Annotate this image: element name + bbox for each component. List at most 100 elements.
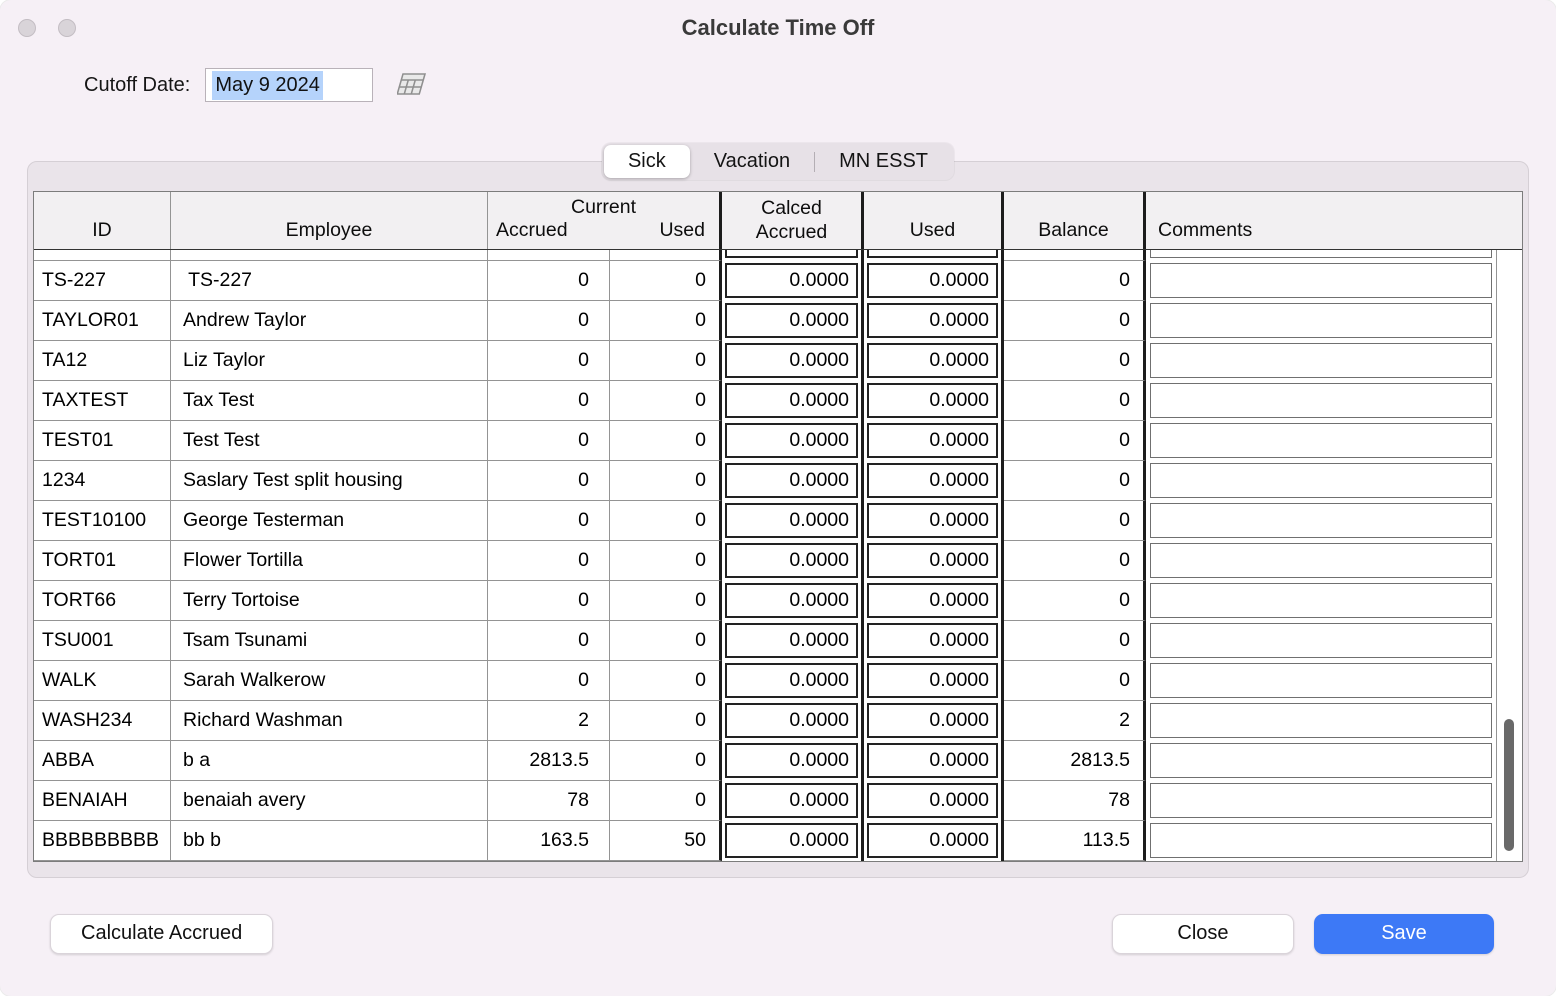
comments-field[interactable] [1150, 343, 1492, 378]
calced-accrued-field[interactable]: 0.0000 [725, 623, 858, 658]
comments-field[interactable] [1150, 303, 1492, 338]
calced-accrued-field[interactable]: 0.0000 [725, 250, 858, 258]
calced-accrued-field[interactable]: 0.0000 [725, 343, 858, 378]
table-row[interactable]: TS-227 TS-227 0 0 0.0000 0.0000 0 [34, 261, 1522, 301]
table-row[interactable]: WASH234 Richard Washman 2 0 0.0000 0.000… [34, 701, 1522, 741]
cell-comments[interactable] [1146, 821, 1496, 861]
table-row[interactable]: BBBBBBBBB bb b 163.5 50 0.0000 0.0000 11… [34, 821, 1522, 861]
cell-comments[interactable] [1146, 701, 1496, 741]
cell-comments[interactable] [1146, 501, 1496, 541]
table-row[interactable]: TEST01 Test Test 0 0 0.0000 0.0000 0 [34, 421, 1522, 461]
calced-accrued-field[interactable]: 0.0000 [725, 743, 858, 778]
cell-calced-accrued[interactable]: 0.0000 [722, 781, 864, 821]
calced-accrued-field[interactable]: 0.0000 [725, 303, 858, 338]
cell-calced-accrued[interactable]: 0.0000 [722, 421, 864, 461]
calced-used-field[interactable]: 0.0000 [867, 543, 998, 578]
table-row[interactable]: TORT01 Flower Tortilla 0 0 0.0000 0.0000… [34, 541, 1522, 581]
calced-used-field[interactable]: 0.0000 [867, 583, 998, 618]
save-button[interactable]: Save [1314, 914, 1494, 954]
calced-accrued-field[interactable]: 0.0000 [725, 703, 858, 738]
comments-field[interactable] [1150, 743, 1492, 778]
table-row[interactable]: TSU001 Tsam Tsunami 0 0 0.0000 0.0000 0 [34, 621, 1522, 661]
cell-calced-used[interactable]: 0.0000 [864, 821, 1004, 861]
cell-comments[interactable] [1146, 781, 1496, 821]
comments-field[interactable] [1150, 250, 1492, 258]
cell-calced-accrued[interactable]: 0.0000 [722, 541, 864, 581]
table-row[interactable]: XXXBIWEEK Ruth Stokes 0 0 0.0000 0.0000 … [34, 250, 1522, 261]
close-button[interactable]: Close [1112, 914, 1294, 954]
calced-used-field[interactable]: 0.0000 [867, 703, 998, 738]
calced-used-field[interactable]: 0.0000 [867, 423, 998, 458]
table-row[interactable]: TAXTEST Tax Test 0 0 0.0000 0.0000 0 [34, 381, 1522, 421]
comments-field[interactable] [1150, 383, 1492, 418]
calced-accrued-field[interactable]: 0.0000 [725, 423, 858, 458]
cell-calced-accrued[interactable]: 0.0000 [722, 341, 864, 381]
comments-field[interactable] [1150, 463, 1492, 498]
cell-calced-accrued[interactable]: 0.0000 [722, 621, 864, 661]
scrollbar-thumb[interactable] [1504, 719, 1514, 851]
cutoff-date-input[interactable]: May 9 2024 [205, 68, 373, 102]
cell-calced-used[interactable]: 0.0000 [864, 621, 1004, 661]
cell-calced-used[interactable]: 0.0000 [864, 581, 1004, 621]
cell-calced-accrued[interactable]: 0.0000 [722, 501, 864, 541]
table-row[interactable]: TEST10100 George Testerman 0 0 0.0000 0.… [34, 501, 1522, 541]
cell-calced-accrued[interactable]: 0.0000 [722, 381, 864, 421]
calced-accrued-field[interactable]: 0.0000 [725, 463, 858, 498]
cell-calced-accrued[interactable]: 0.0000 [722, 581, 864, 621]
cell-comments[interactable] [1146, 461, 1496, 501]
cell-calced-accrued[interactable]: 0.0000 [722, 250, 864, 261]
calendar-icon[interactable] [397, 72, 429, 98]
tab-vacation[interactable]: Vacation [690, 145, 814, 178]
cell-calced-used[interactable]: 0.0000 [864, 741, 1004, 781]
table-row[interactable]: WALK Sarah Walkerow 0 0 0.0000 0.0000 0 [34, 661, 1522, 701]
calced-accrued-field[interactable]: 0.0000 [725, 503, 858, 538]
cell-calced-used[interactable]: 0.0000 [864, 261, 1004, 301]
calced-used-field[interactable]: 0.0000 [867, 503, 998, 538]
calced-accrued-field[interactable]: 0.0000 [725, 543, 858, 578]
cell-comments[interactable] [1146, 341, 1496, 381]
comments-field[interactable] [1150, 623, 1492, 658]
cell-comments[interactable] [1146, 621, 1496, 661]
cell-comments[interactable] [1146, 381, 1496, 421]
cell-comments[interactable] [1146, 250, 1496, 261]
calced-used-field[interactable]: 0.0000 [867, 303, 998, 338]
cell-calced-used[interactable]: 0.0000 [864, 341, 1004, 381]
cell-comments[interactable] [1146, 421, 1496, 461]
calced-used-field[interactable]: 0.0000 [867, 663, 998, 698]
cell-comments[interactable] [1146, 301, 1496, 341]
cell-comments[interactable] [1146, 661, 1496, 701]
cell-calced-used[interactable]: 0.0000 [864, 781, 1004, 821]
calced-used-field[interactable]: 0.0000 [867, 250, 998, 258]
table-row[interactable]: 1234 Saslary Test split housing 0 0 0.00… [34, 461, 1522, 501]
tab-sick[interactable]: Sick [604, 145, 690, 178]
cell-calced-used[interactable]: 0.0000 [864, 421, 1004, 461]
calced-accrued-field[interactable]: 0.0000 [725, 383, 858, 418]
cell-calced-used[interactable]: 0.0000 [864, 461, 1004, 501]
calced-used-field[interactable]: 0.0000 [867, 823, 998, 858]
cell-comments[interactable] [1146, 261, 1496, 301]
table-row[interactable]: BENAIAH benaiah avery 78 0 0.0000 0.0000… [34, 781, 1522, 821]
cell-calced-accrued[interactable]: 0.0000 [722, 661, 864, 701]
comments-field[interactable] [1150, 263, 1492, 298]
vertical-scrollbar[interactable] [1496, 251, 1522, 860]
table-row[interactable]: TAYLOR01 Andrew Taylor 0 0 0.0000 0.0000… [34, 301, 1522, 341]
calced-used-field[interactable]: 0.0000 [867, 783, 998, 818]
cell-calced-used[interactable]: 0.0000 [864, 381, 1004, 421]
cell-comments[interactable] [1146, 581, 1496, 621]
cell-comments[interactable] [1146, 741, 1496, 781]
table-row[interactable]: ABBA b a 2813.5 0 0.0000 0.0000 2813.5 [34, 741, 1522, 781]
comments-field[interactable] [1150, 663, 1492, 698]
calculate-accrued-button[interactable]: Calculate Accrued [50, 914, 273, 954]
close-window-button[interactable] [18, 19, 36, 37]
cell-comments[interactable] [1146, 541, 1496, 581]
calced-used-field[interactable]: 0.0000 [867, 623, 998, 658]
comments-field[interactable] [1150, 703, 1492, 738]
calced-accrued-field[interactable]: 0.0000 [725, 663, 858, 698]
cell-calced-used[interactable]: 0.0000 [864, 250, 1004, 261]
cell-calced-used[interactable]: 0.0000 [864, 701, 1004, 741]
comments-field[interactable] [1150, 783, 1492, 818]
cell-calced-accrued[interactable]: 0.0000 [722, 701, 864, 741]
calced-accrued-field[interactable]: 0.0000 [725, 783, 858, 818]
calced-used-field[interactable]: 0.0000 [867, 463, 998, 498]
cell-calced-used[interactable]: 0.0000 [864, 301, 1004, 341]
